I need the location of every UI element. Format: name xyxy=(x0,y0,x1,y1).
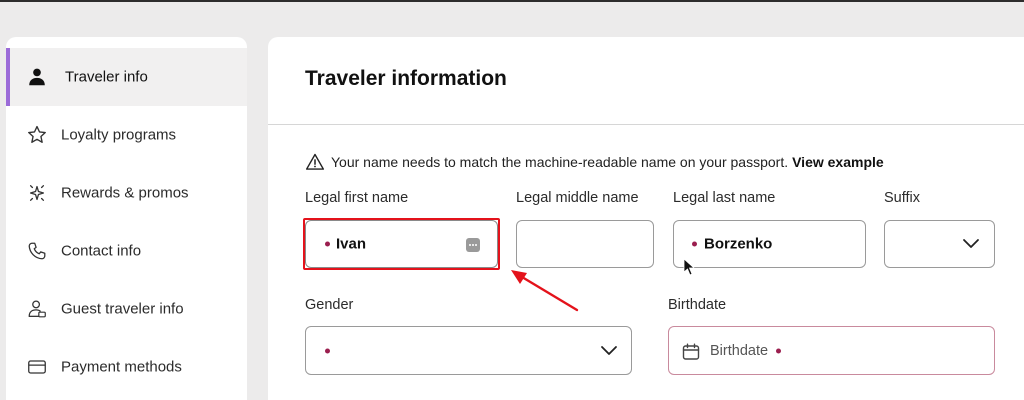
sidebar-item-contact-info[interactable]: Contact info xyxy=(6,222,247,280)
title-divider xyxy=(268,124,1024,125)
person-icon xyxy=(29,68,45,86)
first-name-label: Legal first name xyxy=(305,190,409,206)
sidebar-item-rewards-promos[interactable]: Rewards & promos xyxy=(6,164,247,222)
gender-label: Gender xyxy=(305,297,354,313)
guest-traveler-icon xyxy=(28,300,46,318)
sidebar-nav: Traveler info Loyalty programs Rewards &… xyxy=(6,37,247,400)
sidebar-item-guest-traveler-info[interactable]: Guest traveler info xyxy=(6,280,247,338)
gender-select[interactable] xyxy=(305,326,632,375)
credit-card-icon xyxy=(28,360,46,374)
phone-icon xyxy=(28,242,46,260)
required-dot xyxy=(692,241,697,247)
chevron-down-icon xyxy=(601,345,617,355)
birthdate-input[interactable]: Birthdate xyxy=(668,326,995,375)
birthdate-placeholder: Birthdate xyxy=(710,342,769,359)
last-name-value: Borzenko xyxy=(704,235,773,253)
star-icon xyxy=(28,125,46,143)
last-name-input[interactable]: Borzenko xyxy=(673,220,866,268)
sidebar-item-label: Rewards & promos xyxy=(61,184,189,202)
notice-text: Your name needs to match the machine-rea… xyxy=(331,154,789,170)
mouse-cursor-icon xyxy=(683,258,695,276)
calendar-icon xyxy=(682,343,700,360)
middle-name-input[interactable] xyxy=(516,220,654,268)
sidebar-item-payment-methods[interactable]: Payment methods xyxy=(6,338,247,396)
suffix-select[interactable] xyxy=(884,220,995,268)
sidebar-item-label: Payment methods xyxy=(61,358,182,376)
birthdate-label: Birthdate xyxy=(668,297,727,313)
required-dot xyxy=(776,348,781,353)
warning-icon xyxy=(305,153,325,170)
last-name-label: Legal last name xyxy=(673,190,776,206)
sidebar-item-label: Traveler info xyxy=(65,68,148,86)
chevron-down-icon xyxy=(963,239,979,248)
sidebar-item-label: Loyalty programs xyxy=(61,126,177,144)
sidebar-item-traveler-info[interactable]: Traveler info xyxy=(6,48,247,106)
passport-name-notice: Your name needs to match the machine-rea… xyxy=(305,151,884,173)
view-example-link[interactable]: View example xyxy=(792,154,884,170)
suffix-label: Suffix xyxy=(884,190,921,206)
annotation-highlight-box xyxy=(303,218,500,270)
page-title: Traveler information xyxy=(305,67,507,90)
sparkle-icon xyxy=(29,185,45,201)
window-top-edge xyxy=(0,0,1024,2)
sidebar-item-loyalty-programs[interactable]: Loyalty programs xyxy=(6,106,247,164)
required-dot xyxy=(325,348,330,353)
sidebar-item-label: Contact info xyxy=(61,242,142,260)
annotation-arrow-icon xyxy=(511,270,579,312)
middle-name-label: Legal middle name xyxy=(516,190,639,206)
sidebar-item-label: Guest traveler info xyxy=(61,300,184,318)
